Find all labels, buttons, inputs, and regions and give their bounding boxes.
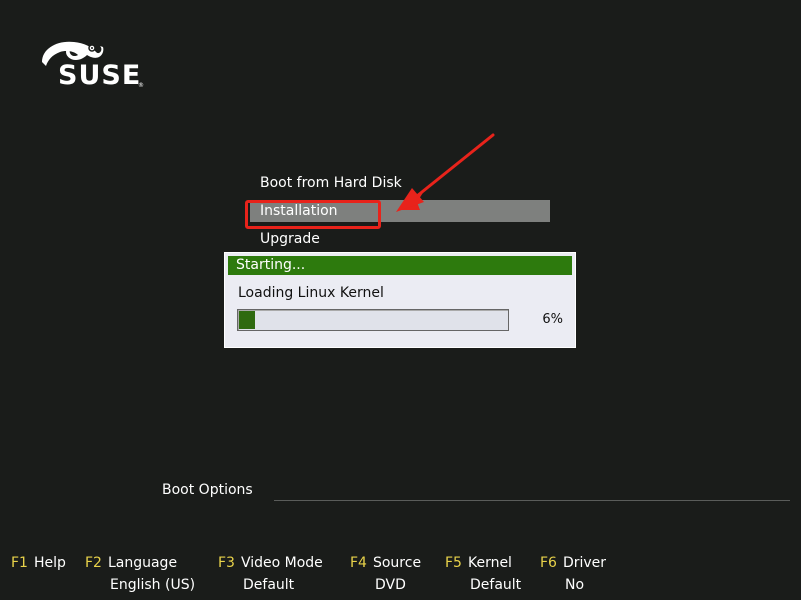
dialog-message: Loading Linux Kernel — [238, 285, 384, 301]
fkey-value: Default — [470, 577, 522, 593]
fkey-video-mode[interactable]: F3 Video Mode Default — [218, 552, 323, 596]
fkey-key: F1 — [11, 555, 28, 571]
boot-options-label: Boot Options — [162, 482, 253, 498]
fkey-name: Source — [372, 555, 422, 571]
fkey-value: Default — [243, 577, 295, 593]
fkey-name: Help — [33, 555, 66, 571]
starting-dialog: Starting... Loading Linux Kernel 6% — [224, 252, 576, 348]
fkey-help[interactable]: F1 Help — [11, 552, 66, 574]
fkey-value: No — [565, 577, 585, 593]
fkey-kernel[interactable]: F5 Kernel Default — [445, 552, 521, 596]
dialog-title: Starting... — [228, 256, 572, 275]
fkey-name: Driver — [562, 555, 607, 571]
annotation-arrow-icon — [396, 133, 495, 212]
fkey-name: Video Mode — [240, 555, 323, 571]
fkey-key: F6 — [540, 555, 557, 571]
progress-percent: 6% — [542, 312, 563, 327]
fkey-source[interactable]: F4 Source DVD — [350, 552, 421, 596]
suse-logo: SUSE ® — [40, 38, 150, 92]
menu-item-upgrade[interactable]: Upgrade — [250, 228, 550, 250]
fkey-name: Language — [107, 555, 178, 571]
fkey-value: DVD — [375, 577, 406, 593]
logo-wordmark: SUSE — [58, 60, 142, 91]
registered-mark: ® — [138, 82, 144, 89]
fkey-driver[interactable]: F6 Driver No — [540, 552, 606, 596]
annotation-highlight-box — [245, 200, 381, 229]
fkey-key: F5 — [445, 555, 462, 571]
progress-fill — [239, 311, 256, 329]
boot-options-input[interactable] — [274, 496, 790, 501]
function-key-bar: F1 Help F2 Language English (US) F3 Video M… — [0, 552, 801, 600]
progress-bar — [237, 309, 509, 331]
fkey-language[interactable]: F2 Language English (US) — [85, 552, 195, 596]
fkey-key: F2 — [85, 555, 102, 571]
fkey-key: F4 — [350, 555, 367, 571]
fkey-name: Kernel — [467, 555, 512, 571]
fkey-key: F3 — [218, 555, 235, 571]
fkey-value: English (US) — [110, 577, 196, 593]
